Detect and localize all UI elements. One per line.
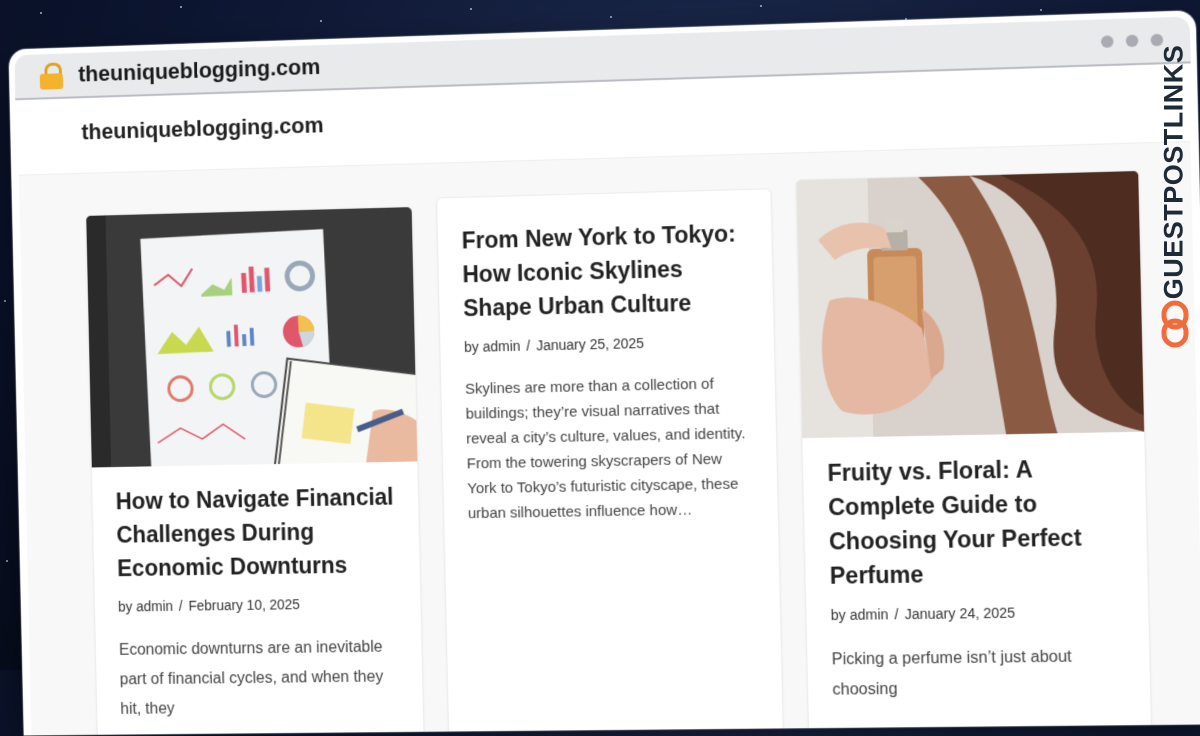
meta-separator: / xyxy=(178,597,183,614)
post-thumbnail-finance-charts[interactable] xyxy=(86,207,418,468)
post-card[interactable]: How to Navigate Financial Challenges Dur… xyxy=(85,206,426,736)
lock-icon xyxy=(39,62,66,90)
post-title[interactable]: Fruity vs. Floral: A Complete Guide to C… xyxy=(827,450,1123,592)
guestpostlinks-wordmark: GUESTPOSTLINKS xyxy=(1158,44,1189,300)
finance-charts-image xyxy=(86,207,418,468)
browser-frame: theuniqueblogging.com theuniqueblogging.… xyxy=(8,10,1200,736)
site-title[interactable]: theuniqueblogging.com xyxy=(81,112,324,145)
post-meta: by admin / January 25, 2025 xyxy=(464,333,750,355)
post-excerpt: Skylines are more than a collection of b… xyxy=(464,375,746,523)
perfume-image xyxy=(796,171,1145,439)
post-excerpt: Economic downturns are an inevitable par… xyxy=(118,638,384,718)
post-card[interactable]: Fruity vs. Floral: A Complete Guide to C… xyxy=(795,169,1153,736)
posts-grid: How to Navigate Financial Challenges Dur… xyxy=(18,142,1200,736)
window-controls xyxy=(1100,33,1164,48)
post-date: January 25, 2025 xyxy=(536,335,645,354)
post-thumbnail-perfume[interactable] xyxy=(796,171,1145,439)
post-meta: by admin / January 24, 2025 xyxy=(831,603,1124,624)
post-title[interactable]: How to Navigate Financial Challenges Dur… xyxy=(115,480,396,585)
post-author[interactable]: by admin xyxy=(831,606,889,623)
post-author[interactable]: by admin xyxy=(464,338,521,355)
post-meta: by admin / February 10, 2025 xyxy=(118,595,397,615)
window-dot-icon[interactable] xyxy=(1125,34,1139,48)
link-chain-icon xyxy=(1161,300,1189,348)
post-date: January 24, 2025 xyxy=(904,604,1016,623)
guestpostlinks-watermark: GUESTPOSTLINKS xyxy=(1154,45,1194,352)
post-card[interactable]: From New York to Tokyo: How Iconic Skyli… xyxy=(436,188,785,736)
browser-window: theuniqueblogging.com theuniqueblogging.… xyxy=(6,0,1200,736)
window-dot-icon[interactable] xyxy=(1100,35,1114,48)
address-bar-url[interactable]: theuniqueblogging.com xyxy=(78,54,321,87)
post-excerpt: Picking a perfume isn’t just about choos… xyxy=(831,648,1072,699)
post-date: February 10, 2025 xyxy=(188,596,301,614)
meta-separator: / xyxy=(526,337,531,354)
post-title[interactable]: From New York to Tokyo: How Iconic Skyli… xyxy=(461,216,749,325)
meta-separator: / xyxy=(894,606,899,623)
post-author[interactable]: by admin xyxy=(118,598,173,615)
